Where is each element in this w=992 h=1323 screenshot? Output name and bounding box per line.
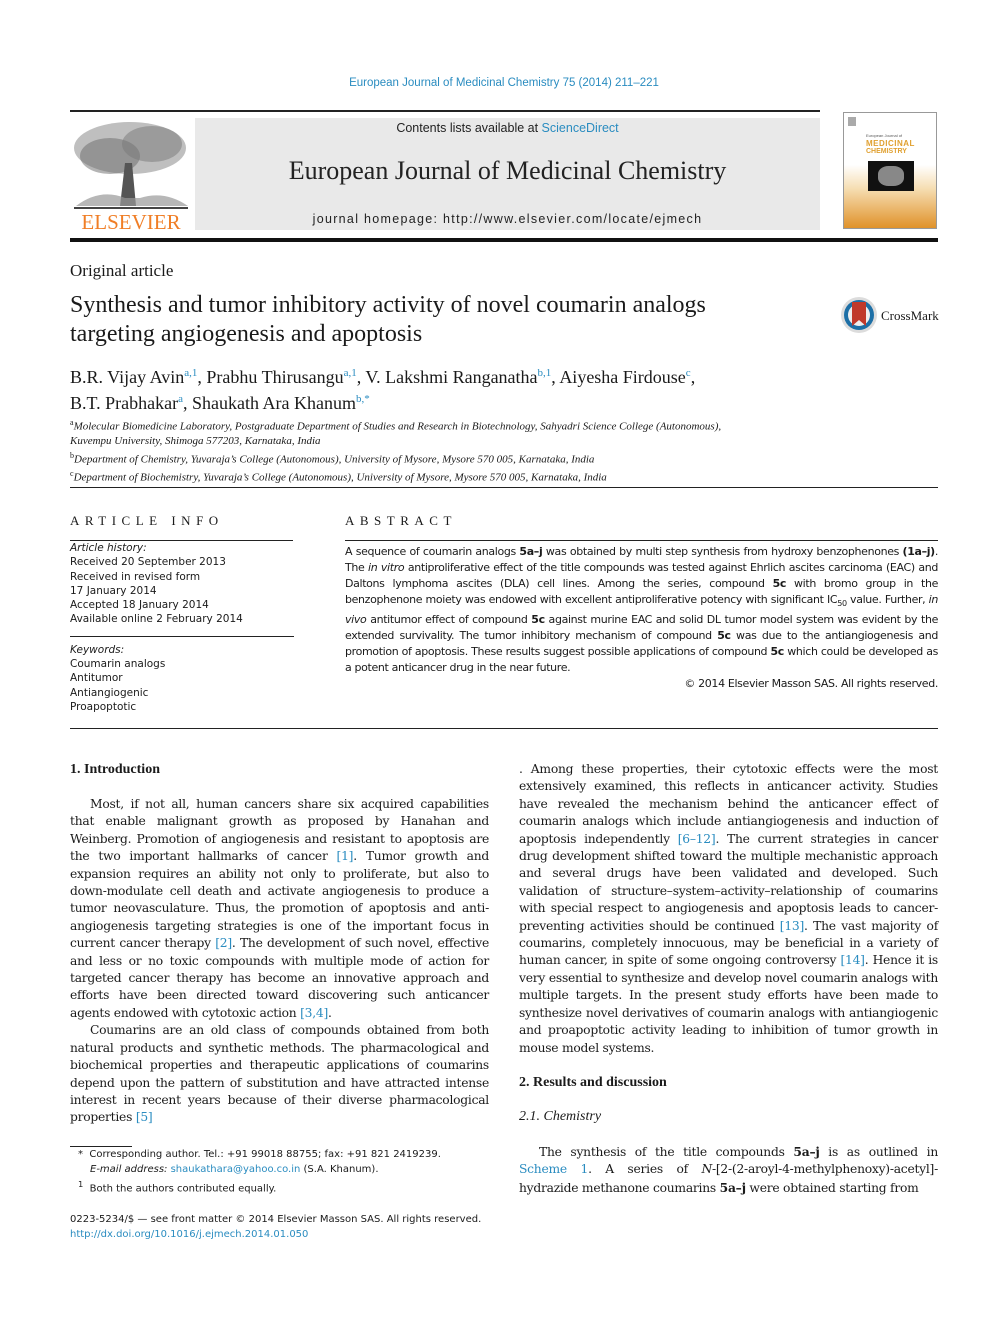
- footnotes: * Corresponding author. Tel.: +91 99018 …: [70, 1148, 490, 1197]
- email-link[interactable]: shaukathara@yahoo.co.in: [171, 1164, 301, 1175]
- history-item: Received 20 September 2013: [70, 556, 226, 569]
- issn-line: 0223-5234/$ — see front matter © 2014 El…: [70, 1214, 482, 1225]
- author[interactable]: B.R. Vijay Avin: [70, 367, 184, 387]
- divider: [345, 540, 938, 541]
- author[interactable]: B.T. Prabhakar: [70, 393, 178, 413]
- citation-link[interactable]: [1]: [337, 849, 354, 863]
- body-column-right: . Among these properties, their cytotoxi…: [519, 761, 938, 1057]
- affiliation-a: aMolecular Biomedicine Laboratory, Postg…: [70, 416, 830, 449]
- citation-link[interactable]: [13]: [780, 919, 805, 933]
- affiliation-text: Department of Biochemistry, Yuvaraja’s C…: [73, 471, 607, 484]
- abstract-copyright: © 2014 Elsevier Masson SAS. All rights r…: [684, 677, 938, 691]
- header-bottom-rule: [70, 238, 938, 242]
- author-affiliation-mark[interactable]: b,*: [356, 393, 370, 405]
- affiliation-b: bDepartment of Chemistry, Yuvaraja’s Col…: [70, 449, 830, 467]
- divider: [70, 728, 938, 729]
- affiliation-text: Molecular Biomedicine Laboratory, Postgr…: [73, 420, 722, 433]
- author-affiliation-mark[interactable]: b,1: [538, 367, 552, 379]
- chemistry-paragraph: The synthesis of the title compounds 5a–…: [519, 1143, 938, 1197]
- divider: [70, 487, 938, 488]
- affiliation-text: Department of Chemistry, Yuvaraja’s Coll…: [74, 453, 595, 466]
- article-info-heading: ARTICLE INFO: [70, 513, 224, 528]
- journal-homepage-link[interactable]: journal homepage: http://www.elsevier.co…: [195, 212, 820, 226]
- article-info: Article history: Received 20 September 2…: [70, 541, 294, 714]
- paragraph: Most, if not all, human cancers share si…: [70, 797, 489, 1020]
- elsevier-wordmark: ELSEVIER: [81, 210, 181, 234]
- journal-reference-link[interactable]: European Journal of Medicinal Chemistry …: [0, 77, 992, 89]
- paragraph-continued: . Among these properties, their cytotoxi…: [519, 762, 938, 1055]
- affiliations: aMolecular Biomedicine Laboratory, Postg…: [70, 416, 830, 485]
- history-item: 17 January 2014: [70, 584, 157, 597]
- history-item: Received in revised form: [70, 570, 201, 583]
- crossmark-button[interactable]: CrossMark: [840, 296, 945, 334]
- citation-link[interactable]: [2]: [215, 936, 232, 950]
- paragraph: Coumarins are an old class of compounds …: [70, 1023, 489, 1125]
- title-line-2: targeting angiogenesis and apoptosis: [70, 321, 423, 347]
- header-top-rule: [70, 110, 820, 112]
- footnote-email: E-mail address: shaukathara@yahoo.co.in …: [90, 1163, 379, 1175]
- keywords-label: Keywords:: [70, 643, 125, 656]
- abstract-text: A sequence of coumarin analogs 5a–j was …: [345, 545, 939, 691]
- keyword: Antiangiogenic: [70, 686, 149, 699]
- keyword: Proapoptotic: [70, 700, 137, 713]
- history-item: Accepted 18 January 2014: [70, 599, 209, 612]
- history-label: Article history:: [70, 542, 147, 554]
- author[interactable]: Prabhu Thirusangu: [206, 367, 343, 387]
- section-heading-results: 2. Results and discussion: [519, 1075, 667, 1090]
- footnote-corresponding: * Corresponding author. Tel.: +91 99018 …: [78, 1149, 441, 1160]
- paragraph: The synthesis of the title compounds 5a–…: [519, 1144, 939, 1195]
- divider: [70, 627, 294, 637]
- abstract-heading: ABSTRACT: [345, 513, 457, 528]
- author-separator: ,: [690, 367, 696, 387]
- keyword: Antitumor: [70, 672, 123, 685]
- article-title: Synthesis and tumor inhibitory activity …: [70, 291, 810, 349]
- history-item: Available online 2 February 2014: [70, 613, 243, 626]
- footnote-rule: [70, 1146, 132, 1147]
- cover-line1: European Journal of: [866, 133, 903, 138]
- author-separator: ,: [183, 393, 193, 413]
- front-matter: 0223-5234/$ — see front matter © 2014 El…: [70, 1212, 510, 1242]
- citation-link[interactable]: [3,4]: [300, 1006, 328, 1020]
- scheme-link[interactable]: Scheme 1: [519, 1162, 588, 1176]
- subsection-heading-chemistry: 2.1. Chemistry: [519, 1109, 602, 1124]
- section-heading-introduction: 1. Introduction: [70, 762, 160, 777]
- author-list: B.R. Vijay Avina,1, Prabhu Thirusangua,1…: [70, 362, 830, 414]
- crossmark-icon: [841, 297, 877, 333]
- cover-line2: MEDICINAL: [866, 139, 915, 148]
- cover-molecule-image: [868, 161, 914, 191]
- contents-prefix: Contents lists available at: [396, 121, 542, 135]
- title-line-1: Synthesis and tumor inhibitory activity …: [70, 292, 706, 318]
- citation-link[interactable]: [6–12]: [678, 832, 716, 846]
- journal-cover-thumbnail[interactable]: European Journal of MEDICINAL CHEMISTRY: [843, 112, 937, 229]
- author-affiliation-mark[interactable]: a,1: [184, 367, 197, 379]
- author-affiliation-mark[interactable]: a,1: [344, 367, 357, 379]
- author[interactable]: Aiyesha Firdouse: [559, 367, 685, 387]
- crossmark-label: CrossMark: [881, 308, 939, 323]
- author[interactable]: Shaukath Ara Khanum: [192, 393, 356, 413]
- elsevier-tree-icon: [74, 122, 188, 209]
- article-type: Original article: [70, 261, 174, 280]
- cover-line3: CHEMISTRY: [866, 148, 907, 155]
- author[interactable]: V. Lakshmi Ranganatha: [365, 367, 537, 387]
- body-column-left: Most, if not all, human cancers share si…: [70, 796, 489, 1127]
- doi-link[interactable]: http://dx.doi.org/10.1016/j.ejmech.2014.…: [70, 1229, 308, 1240]
- contents-line: Contents lists available at ScienceDirec…: [195, 121, 820, 135]
- footnote-equal-contribution: 1 Both the authors contributed equally.: [78, 1179, 277, 1195]
- citation-link[interactable]: [14]: [840, 953, 865, 967]
- citation-link[interactable]: [5]: [136, 1110, 153, 1124]
- affiliation-c: cDepartment of Biochemistry, Yuvaraja’s …: [70, 467, 830, 485]
- keyword: Coumarin analogs: [70, 658, 166, 671]
- journal-header-box: Contents lists available at ScienceDirec…: [195, 118, 820, 230]
- cover-elsevier-mini-logo: [848, 117, 856, 126]
- affiliation-text: Kuvempu University, Shimoga 577203, Karn…: [70, 435, 321, 448]
- sciencedirect-link[interactable]: ScienceDirect: [542, 121, 619, 135]
- journal-title: European Journal of Medicinal Chemistry: [288, 156, 727, 185]
